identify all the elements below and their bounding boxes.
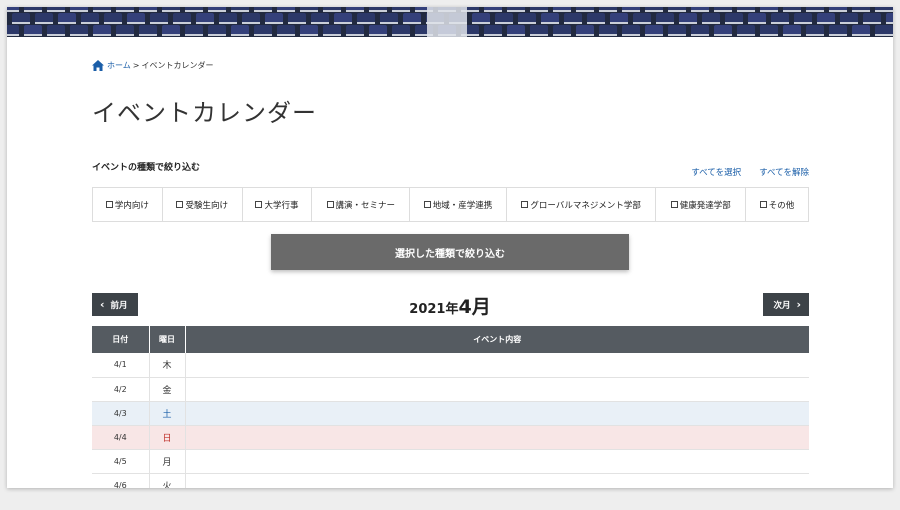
breadcrumb-separator: > [132,60,140,70]
header-banner-image [7,7,893,37]
breadcrumb-current: イベントカレンダー [141,60,214,70]
event-cell [185,425,809,450]
page-title: イベントカレンダー [92,99,317,127]
checkbox[interactable] [255,201,263,208]
weekday-cell: 金 [149,377,186,402]
filter-option-university-events[interactable]: 大学行事 [243,188,313,221]
home-icon[interactable] [92,59,104,71]
table-row: 4/5 月 [92,449,809,474]
date-cell: 4/5 [92,449,150,474]
filter-option-community[interactable]: 地域・産学連携 [410,188,507,221]
next-month-button[interactable]: 次月 › [763,293,809,316]
event-cell [185,473,809,488]
table-row: 4/6 火 [92,473,809,488]
select-all-link[interactable]: すべてを選択 [691,166,741,178]
filter-options: 学内向け 受験生向け 大学行事 講演・セミナー 地域・産学連携 グローバルマネジ… [92,187,809,222]
filter-option-health-development[interactable]: 健康発達学部 [656,188,747,221]
checkbox[interactable] [326,201,334,208]
checkbox[interactable] [670,201,678,208]
filter-option-campus[interactable]: 学内向け [93,188,163,221]
event-cell [185,401,809,426]
event-cell [185,449,809,474]
column-header-day: 曜日 [149,326,186,353]
calendar-table: 日付 曜日 イベント内容 4/1 木 4/2 金 4/3 土 4/4 日 4/5… [92,326,809,488]
filter-actions: すべてを選択 すべてを解除 [691,166,809,178]
filter-option-other[interactable]: その他 [746,188,808,221]
table-row: 4/2 金 [92,377,809,402]
column-header-event: イベント内容 [185,326,809,353]
date-cell: 4/3 [92,401,150,426]
date-cell: 4/6 [92,473,150,488]
weekday-cell: 火 [149,473,186,488]
checkbox[interactable] [176,201,184,208]
clear-all-link[interactable]: すべてを解除 [759,166,809,178]
date-cell: 4/4 [92,425,150,450]
filter-option-global-management[interactable]: グローバルマネジメント学部 [507,188,657,221]
apply-filter-button[interactable]: 選択した種類で絞り込む [271,234,629,270]
table-row-sunday: 4/4 日 [92,425,809,450]
month-title: 2021年4月 [409,296,491,318]
weekday-cell: 月 [149,449,186,474]
weekday-cell: 木 [149,353,186,378]
checkbox[interactable] [423,201,431,208]
filter-heading: イベントの種類で絞り込む [92,163,201,173]
checkbox[interactable] [521,201,529,208]
weekday-cell: 日 [149,425,186,450]
event-cell [185,353,809,378]
filter-option-lectures[interactable]: 講演・セミナー [312,188,411,221]
chevron-right-icon: › [796,298,801,311]
page-frame: ホーム > イベントカレンダー イベントカレンダー イベントの種類で絞り込む す… [7,7,893,488]
breadcrumb-home-link[interactable]: ホーム [107,60,131,71]
weekday-cell: 土 [149,401,186,426]
column-header-date: 日付 [92,326,150,353]
checkbox[interactable] [759,201,767,208]
date-cell: 4/2 [92,377,150,402]
table-row-saturday: 4/3 土 [92,401,809,426]
filter-option-applicants[interactable]: 受験生向け [163,188,243,221]
date-cell: 4/1 [92,353,150,378]
table-row: 4/1 木 [92,353,809,378]
checkbox[interactable] [105,201,113,208]
event-cell [185,377,809,402]
breadcrumb: ホーム > イベントカレンダー [92,58,213,72]
